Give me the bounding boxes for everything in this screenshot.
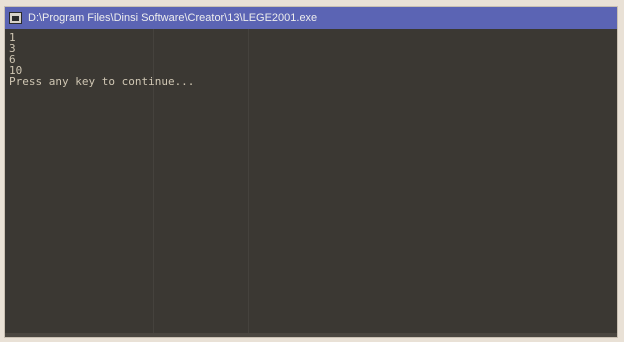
window-title: D:\Program Files\Dinsi Software\Creator\… xyxy=(28,12,318,24)
title-bar[interactable]: D:\Program Files\Dinsi Software\Creator\… xyxy=(5,7,617,29)
console-line: 3 xyxy=(9,42,16,55)
window-bottom-border xyxy=(5,333,617,337)
console-app-icon[interactable] xyxy=(9,12,22,24)
console-prompt-line: Press any key to continue... xyxy=(9,75,195,88)
console-line: 1 xyxy=(9,31,16,44)
console-line: 6 xyxy=(9,53,16,66)
console-window: D:\Program Files\Dinsi Software\Creator\… xyxy=(4,6,618,338)
console-output[interactable]: 1 3 6 10 Press any key to continue... xyxy=(5,29,617,337)
